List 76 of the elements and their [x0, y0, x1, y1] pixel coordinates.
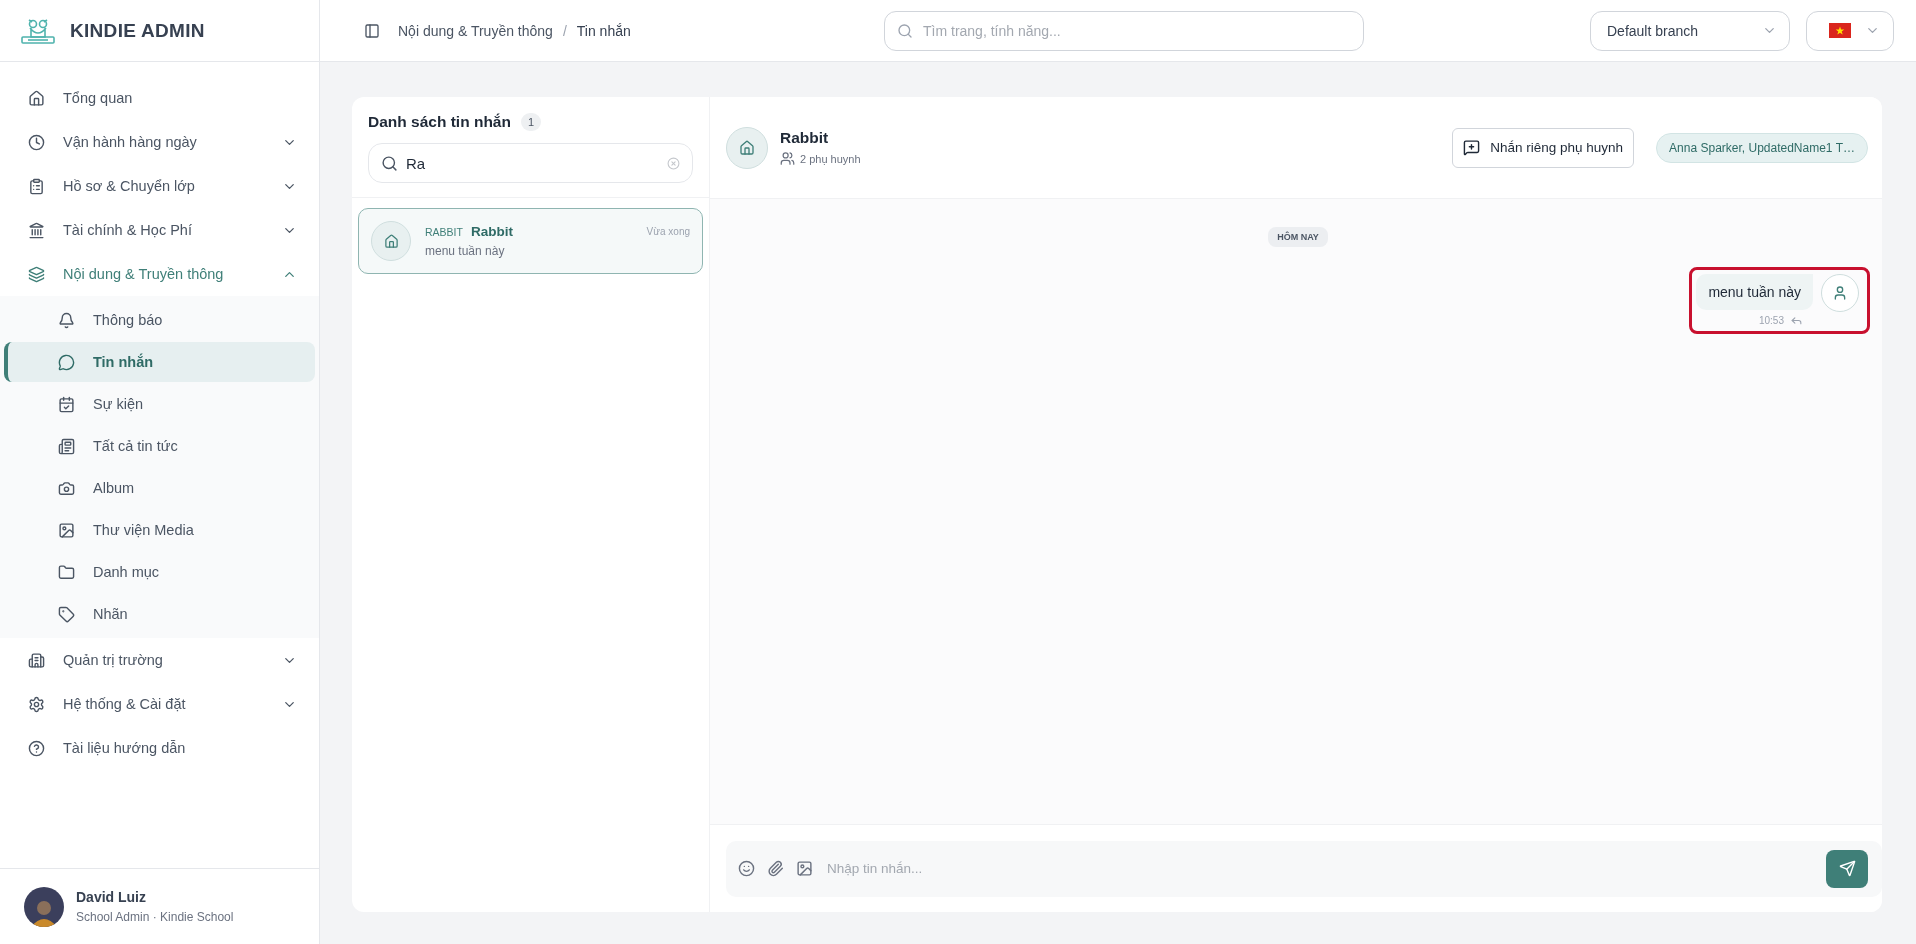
menu-icon — [58, 605, 75, 623]
message-bubble: menu tuần này — [1696, 274, 1813, 310]
sidebar-subitem[interactable]: Album — [4, 468, 315, 508]
search-field[interactable]: Tìm trang, tính năng... — [884, 10, 1364, 51]
search-icon — [381, 154, 398, 172]
sidebar-subitem[interactable]: Sự kiện — [4, 384, 315, 424]
home-icon — [371, 221, 411, 261]
sidebar-item[interactable]: Tài liệu hướng dẫn — [0, 726, 319, 770]
private-message-button[interactable]: Nhắn riêng phụ huynh — [1452, 127, 1635, 168]
search-icon — [897, 22, 913, 39]
send-button[interactable] — [1826, 849, 1868, 888]
sidebar-subitem[interactable]: Tất cả tin tức — [4, 426, 315, 466]
sidebar-toggle-icon[interactable] — [364, 22, 380, 39]
menu-icon — [28, 133, 45, 151]
count-badge: 1 — [520, 113, 542, 131]
menu-icon — [58, 479, 75, 497]
sidebar-subitem[interactable]: Thông báo — [4, 300, 315, 340]
breadcrumb-separator: / — [562, 22, 567, 39]
sidebar-item[interactable]: Hồ sơ & Chuyển lớp — [0, 164, 319, 208]
emoji-icon[interactable] — [738, 860, 755, 877]
language-select[interactable] — [1806, 10, 1894, 51]
conversation-search-field[interactable]: Ra — [368, 143, 693, 183]
recipients-tag[interactable]: Anna Sparker, UpdatedName1 T… — [1656, 132, 1868, 163]
sidebar-subitem[interactable]: Danh mục — [4, 552, 315, 592]
sidebar-item[interactable]: Hệ thống & Cài đặt — [0, 682, 319, 726]
sidebar-item[interactable]: Tài chính & Học Phí — [0, 208, 319, 252]
users-icon — [780, 151, 795, 166]
menu-icon — [28, 89, 45, 107]
send-icon — [1838, 860, 1856, 877]
branch-select[interactable]: Default branch — [1590, 10, 1790, 51]
reply-icon[interactable] — [1790, 314, 1803, 327]
image-icon[interactable] — [796, 860, 813, 877]
menu-icon — [28, 695, 45, 713]
message-plus-icon — [1463, 139, 1481, 156]
message-input[interactable]: Nhập tin nhắn... — [825, 860, 1870, 877]
sidebar-subitem[interactable]: Thư viện Media — [4, 510, 315, 550]
menu-icon — [28, 651, 45, 669]
menu-icon — [28, 739, 45, 757]
menu-icon — [58, 437, 75, 455]
sidebar-item[interactable]: Vận hành hàng ngày — [0, 120, 319, 164]
message-time: 10:53 — [1758, 315, 1784, 326]
home-icon — [726, 126, 768, 169]
menu-icon — [28, 177, 45, 195]
paperclip-icon[interactable] — [767, 860, 784, 877]
list-title: Danh sách tin nhắn — [368, 113, 511, 131]
conversation-preview: menu tuần này — [425, 244, 506, 258]
user-avatar — [24, 886, 64, 927]
conversation-item[interactable]: RABBIT Rabbit Vừa xong menu tuần này — [358, 208, 703, 274]
message-input-field[interactable]: Nhập tin nhắn... — [726, 840, 1882, 897]
day-label: HÔM NAY — [1268, 227, 1328, 247]
sidebar-item[interactable]: Tổng quan — [0, 76, 319, 120]
sidebar-item[interactable]: Quản trị trường — [0, 638, 319, 682]
menu-icon — [58, 353, 75, 371]
user-role: School Admin · Kindie School — [76, 910, 234, 924]
breadcrumb-item: Tin nhắn — [576, 22, 631, 39]
conversation-code: RABBIT — [425, 225, 463, 238]
sidebar-subitem[interactable]: Nhãn — [4, 594, 315, 634]
breadcrumb-item[interactable]: Nội dung & Truyền thông — [398, 22, 553, 39]
sidebar-item[interactable]: Nội dung & Truyền thông — [0, 252, 319, 296]
menu-icon — [58, 311, 75, 329]
search-input[interactable]: Tìm trang, tính năng... — [921, 21, 1351, 40]
menu-icon — [28, 221, 45, 239]
conversation-time: Vừa xong — [646, 226, 690, 237]
flag-icon — [1829, 23, 1851, 38]
menu-icon — [58, 395, 75, 413]
brand-name: KINDIE ADMIN — [70, 19, 205, 42]
menu-icon — [28, 265, 45, 283]
user-name: David Luiz — [76, 889, 147, 905]
user-icon — [1821, 274, 1859, 312]
sidebar-subitem[interactable]: Tin nhắn — [4, 342, 315, 382]
menu-icon — [58, 521, 75, 539]
member-count: 2 phụ huynh — [800, 152, 861, 165]
search-input[interactable]: Ra — [404, 153, 661, 173]
chat-title: Rabbit — [780, 129, 830, 147]
menu-icon — [58, 563, 75, 581]
conversation-name: Rabbit — [470, 224, 514, 239]
